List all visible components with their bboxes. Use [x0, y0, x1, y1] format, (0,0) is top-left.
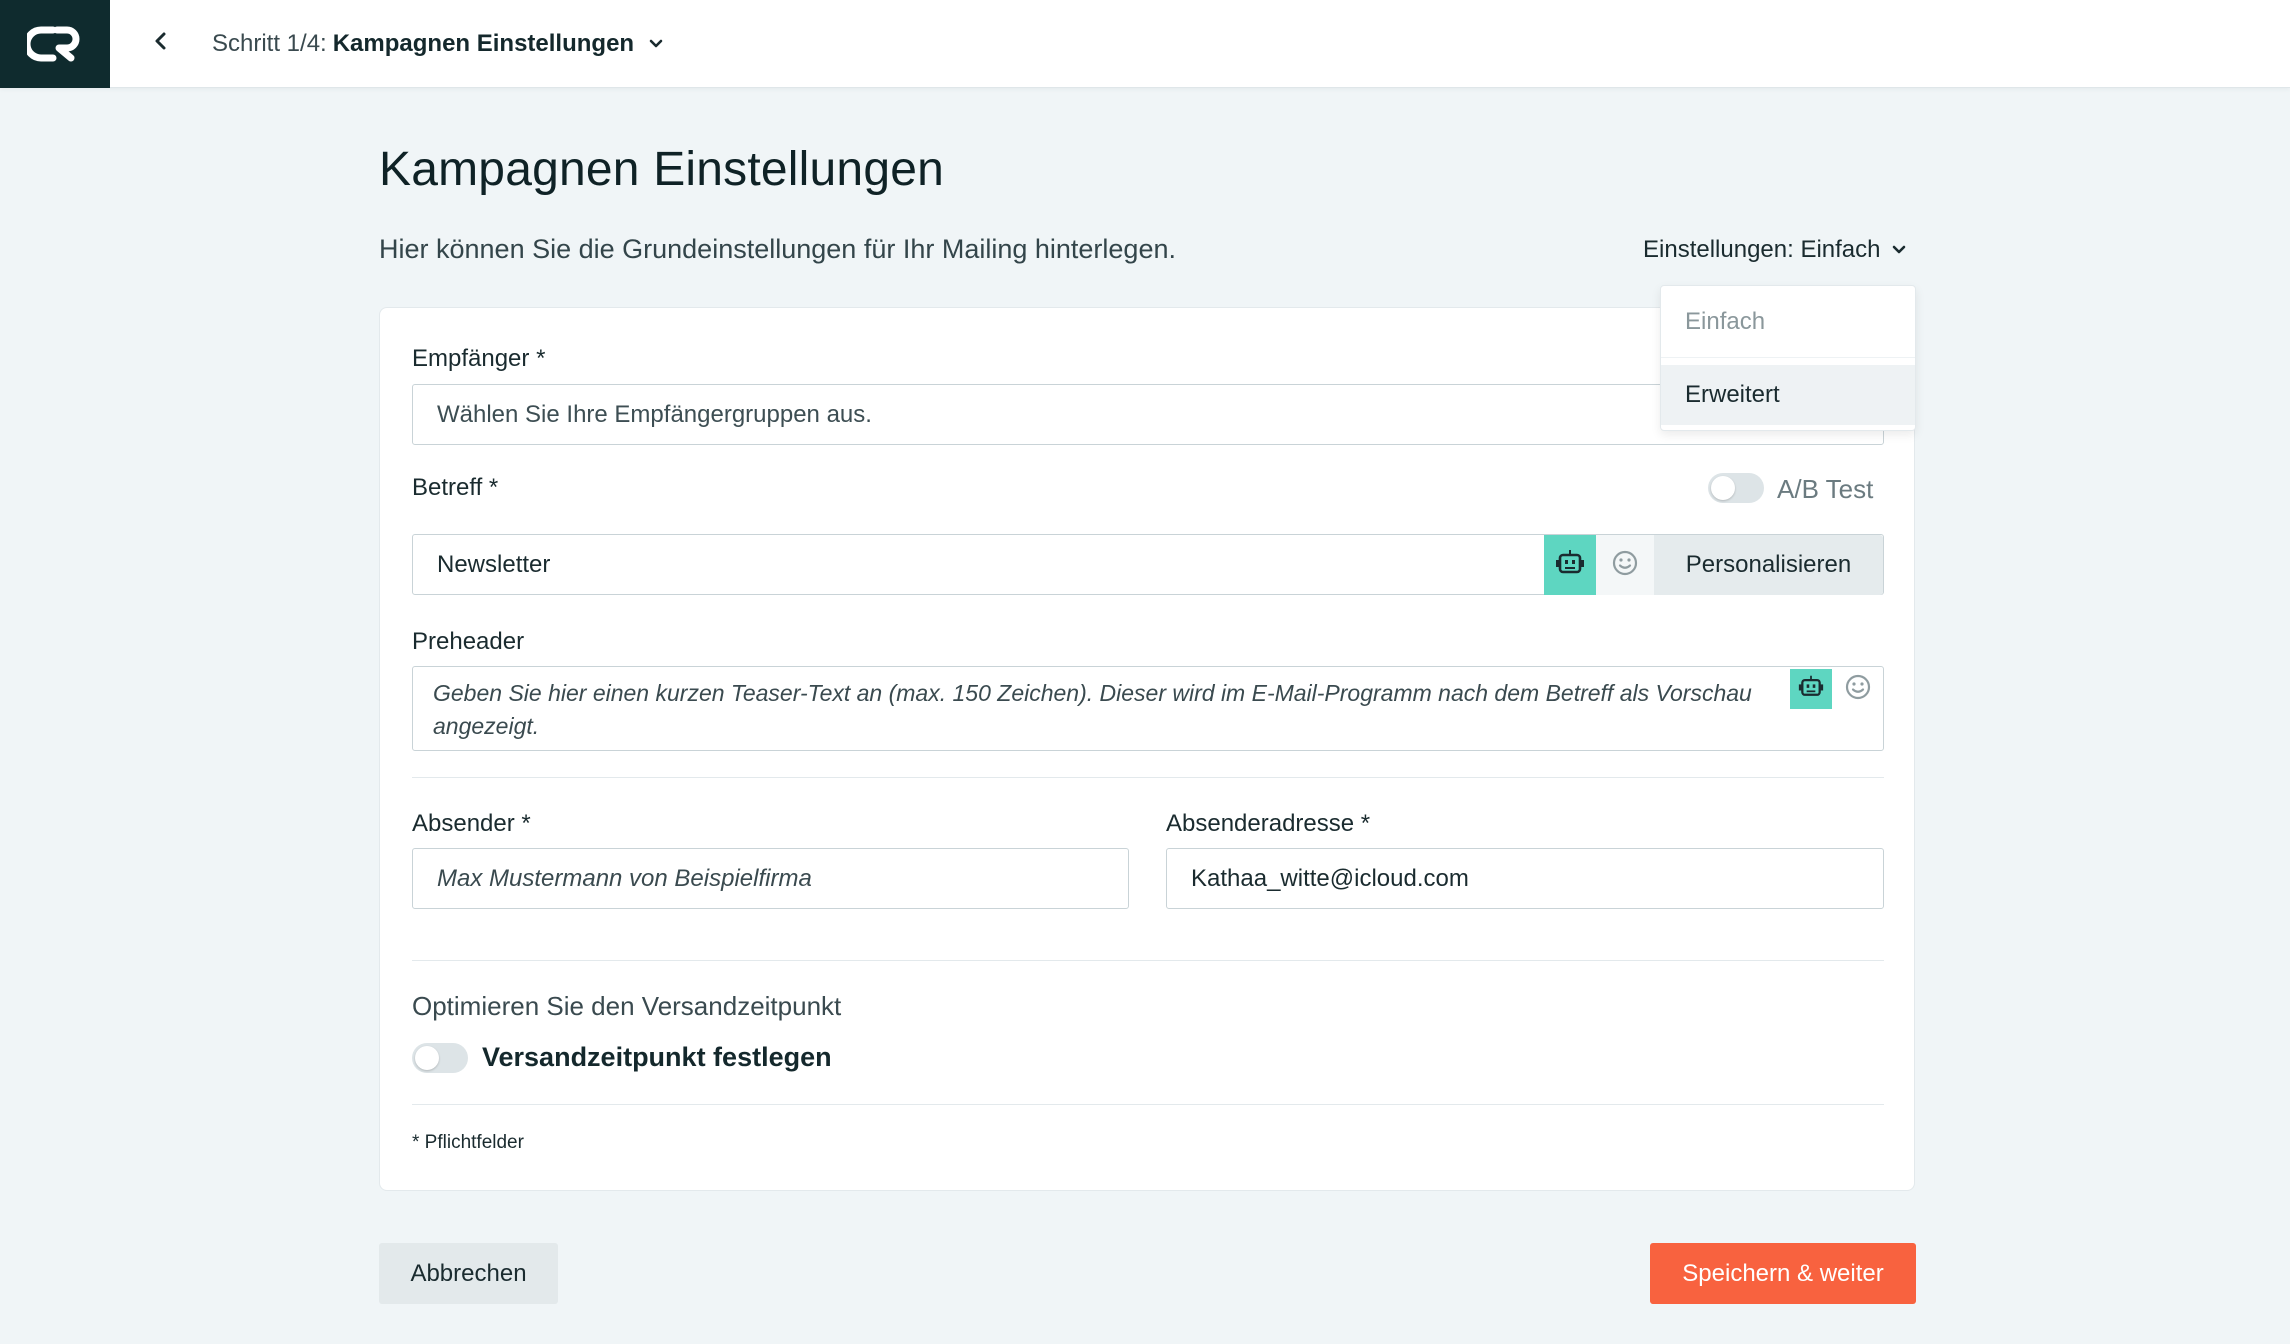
send-time-switch[interactable]: [412, 1043, 468, 1073]
back-button[interactable]: [146, 26, 176, 60]
step-prefix: Schritt 1/4:: [212, 30, 327, 57]
sender-label: Absender *: [412, 810, 531, 837]
robot-icon: [1555, 548, 1585, 583]
personalize-button[interactable]: Personalisieren: [1654, 535, 1883, 595]
divider: [412, 960, 1884, 961]
dropdown-separator: [1661, 357, 1915, 358]
divider: [412, 777, 1884, 778]
robot-icon: [1798, 674, 1824, 705]
settings-mode-dropdown: Einfach Erweitert: [1660, 285, 1916, 431]
dropdown-option-erweitert[interactable]: Erweitert: [1661, 365, 1915, 425]
send-time-switch-label: Versandzeitpunkt festlegen: [482, 1042, 832, 1072]
settings-card: Empfänger * Wählen Sie Ihre Empfängergru…: [379, 307, 1915, 1191]
chevron-down-icon: [648, 38, 664, 50]
divider: [412, 1104, 1884, 1105]
send-time-title: Optimieren Sie den Versandzeitpunkt: [412, 991, 842, 1021]
ai-subject-button[interactable]: [1544, 535, 1596, 595]
subject-label: Betreff *: [412, 474, 499, 501]
emoji-icon: [1611, 549, 1639, 582]
chevron-left-icon: [154, 31, 168, 56]
ab-test-switch[interactable]: [1708, 473, 1764, 503]
switch-knob: [415, 1046, 439, 1070]
cancel-button[interactable]: Abbrechen: [379, 1243, 558, 1304]
chevron-down-icon: [1891, 244, 1907, 256]
recipients-label: Empfänger *: [412, 345, 546, 372]
top-bar: Schritt 1/4: Kampagnen Einstellungen: [0, 0, 2290, 88]
logo-icon[interactable]: [0, 0, 110, 88]
sender-input[interactable]: Max Mustermann von Beispielfirma: [412, 848, 1129, 909]
switch-knob: [1711, 476, 1735, 500]
step-selector[interactable]: Schritt 1/4: Kampagnen Einstellungen: [212, 24, 664, 64]
settings-mode-label: Einstellungen: Einfach: [1643, 236, 1881, 263]
save-and-continue-button[interactable]: Speichern & weiter: [1650, 1243, 1916, 1304]
required-fields-note: * Pflichtfelder: [412, 1132, 524, 1153]
emoji-icon: [1844, 673, 1872, 706]
emoji-preheader-button[interactable]: [1838, 669, 1878, 709]
ab-test-label: A/B Test: [1777, 474, 1874, 504]
page-title: Kampagnen Einstellungen: [379, 143, 945, 196]
page-subtitle: Hier können Sie die Grundeinstellungen f…: [379, 234, 1176, 264]
sender-address-label: Absenderadresse *: [1166, 810, 1371, 837]
ai-preheader-button[interactable]: [1790, 669, 1832, 709]
preheader-label: Preheader: [412, 628, 525, 655]
emoji-subject-button[interactable]: [1596, 535, 1654, 595]
step-title: Kampagnen Einstellungen: [332, 30, 635, 57]
sender-address-input[interactable]: Kathaa_witte@icloud.com: [1166, 848, 1884, 909]
preheader-textarea[interactable]: Geben Sie hier einen kurzen Teaser-Text …: [412, 666, 1884, 751]
dropdown-option-einfach[interactable]: Einfach: [1661, 292, 1915, 352]
settings-mode-toggle[interactable]: Einstellungen: Einfach: [1643, 234, 1907, 266]
